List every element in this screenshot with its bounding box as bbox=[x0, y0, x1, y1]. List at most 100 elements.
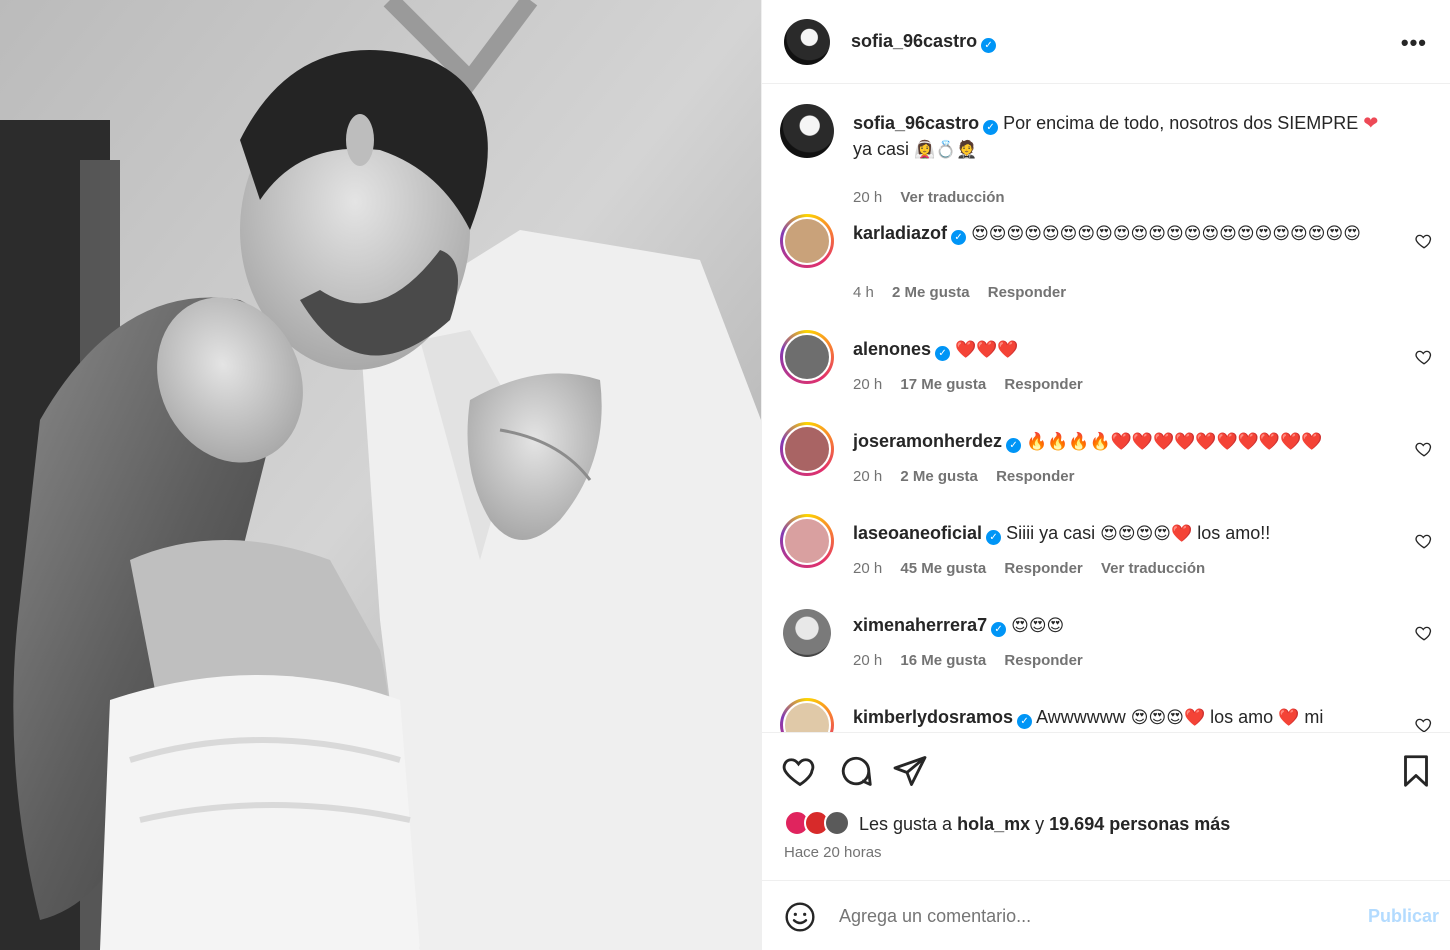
save-bookmark-icon[interactable] bbox=[1398, 753, 1434, 789]
comment-username[interactable]: alenones bbox=[853, 339, 931, 359]
caption-text: sofia_96castro ✓ Por encima de todo, noso… bbox=[853, 110, 1398, 163]
post-header: sofia_96castro ✓ ••• bbox=[762, 0, 1450, 84]
comment-item: karladiazof ✓ 😍😍😍😍😍😍😍😍😍😍😍😍😍😍😍😍😍😍😍😍😍😍 4 h … bbox=[762, 214, 1450, 314]
caption-line2: ya casi bbox=[853, 139, 910, 159]
post-photo bbox=[0, 0, 761, 950]
comment-likes[interactable]: 45 Me gusta bbox=[900, 560, 986, 577]
comment-reply-link[interactable]: Responder bbox=[1004, 652, 1082, 669]
verified-badge-icon: ✓ bbox=[935, 346, 951, 361]
comment-meta: 4 h 2 Me gusta Responder bbox=[853, 284, 1080, 301]
likes-connector: y bbox=[1035, 814, 1045, 834]
comment-input[interactable] bbox=[839, 906, 1309, 927]
comment-username[interactable]: laseoaneoficial bbox=[853, 523, 982, 543]
comment-meta: 20 h 45 Me gusta Responder Ver traducció… bbox=[853, 560, 1219, 577]
comment-username[interactable]: joseramonherdez bbox=[853, 431, 1002, 451]
like-heart-icon[interactable] bbox=[1415, 624, 1433, 642]
caption-avatar[interactable] bbox=[780, 104, 834, 158]
comment-time: 4 h bbox=[853, 284, 874, 301]
likes-count[interactable]: 19.694 personas más bbox=[1049, 814, 1230, 834]
post-time-ago: Hace 20 horas bbox=[784, 844, 882, 861]
comment-body-3: mi bbox=[1304, 707, 1324, 727]
comment-reply-link[interactable]: Responder bbox=[1004, 376, 1082, 393]
comment-emoji: 🔥🔥🔥🔥❤️❤️❤️❤️❤️❤️❤️❤️❤️❤️ bbox=[1026, 432, 1323, 451]
comment-reply-link[interactable]: Responder bbox=[1004, 560, 1082, 577]
comment-text: karladiazof ✓ 😍😍😍😍😍😍😍😍😍😍😍😍😍😍😍😍😍😍😍😍😍😍 bbox=[853, 220, 1398, 247]
comment-likes[interactable]: 2 Me gusta bbox=[892, 284, 970, 301]
comment-text: laseoaneoficial ✓ Siiii ya casi 😍😍😍😍❤️ lo… bbox=[853, 520, 1398, 547]
comment-emoji: 😍😍😍😍😍😍😍😍😍😍😍😍😍😍😍😍😍😍😍😍😍😍 bbox=[971, 224, 1361, 243]
comment-time: 20 h bbox=[853, 652, 883, 669]
post-comment-button[interactable]: Publicar bbox=[1368, 906, 1439, 927]
caption-emoji: 👰‍♀️💍🤵 bbox=[914, 140, 978, 159]
caption-meta: 20 h Ver traducción bbox=[853, 189, 1019, 206]
liker-avatar bbox=[824, 810, 850, 836]
comments-list[interactable]: sofia_96castro ✓ Por encima de todo, noso… bbox=[762, 84, 1450, 732]
comment-avatar[interactable] bbox=[780, 698, 834, 732]
comment-avatar[interactable] bbox=[780, 214, 834, 268]
comment-meta: 20 h 2 Me gusta Responder bbox=[853, 468, 1088, 485]
comment-bubble-icon[interactable] bbox=[838, 753, 874, 789]
author-avatar[interactable] bbox=[784, 19, 830, 65]
comment-avatar[interactable] bbox=[780, 330, 834, 384]
comment-emoji: ❤️❤️❤️ bbox=[955, 340, 1019, 359]
verified-badge-icon: ✓ bbox=[951, 230, 967, 245]
verified-badge-icon: ✓ bbox=[981, 38, 997, 53]
like-heart-icon[interactable] bbox=[1415, 440, 1433, 458]
like-heart-icon[interactable] bbox=[1415, 232, 1433, 250]
like-heart-icon[interactable] bbox=[1415, 716, 1433, 732]
comment-emoji: 😍😍😍 bbox=[1011, 616, 1065, 635]
comment-text: ximenaherrera7 ✓ 😍😍😍 bbox=[853, 612, 1398, 639]
comment-text: kimberlydosramos ✓ Awwwwww 😍😍😍❤️ los amo … bbox=[853, 704, 1398, 731]
caption-item: sofia_96castro ✓ Por encima de todo, noso… bbox=[762, 104, 1450, 214]
like-heart-icon[interactable] bbox=[782, 753, 818, 789]
comment-body-2: los amo bbox=[1210, 707, 1274, 727]
comment-item: ximenaherrera7 ✓ 😍😍😍 20 h 16 Me gusta Res… bbox=[762, 606, 1450, 686]
comment-username[interactable]: ximenaherrera7 bbox=[853, 615, 987, 635]
comment-body-2: los amo!! bbox=[1197, 523, 1271, 543]
comment-username[interactable]: karladiazof bbox=[853, 223, 947, 243]
comment-translate-link[interactable]: Ver traducción bbox=[1101, 560, 1205, 577]
comment-emoji: 😍😍😍❤️ bbox=[1130, 708, 1206, 727]
comment-body: Siiii ya casi bbox=[1006, 523, 1096, 543]
heart-emoji: ❤ bbox=[1363, 113, 1379, 133]
comment-meta: 20 h 16 Me gusta Responder bbox=[853, 652, 1097, 669]
comment-item: kimberlydosramos ✓ Awwwwww 😍😍😍❤️ los amo … bbox=[762, 698, 1450, 732]
comment-emoji: 😍😍😍😍❤️ bbox=[1100, 524, 1193, 543]
post-actions: Les gusta a hola_mx y 19.694 personas má… bbox=[762, 732, 1450, 880]
author-username-text[interactable]: sofia_96castro bbox=[851, 31, 977, 51]
comment-avatar[interactable] bbox=[780, 514, 834, 568]
comment-likes[interactable]: 2 Me gusta bbox=[900, 468, 978, 485]
caption-body: Por encima de todo, nosotros dos SIEMPRE bbox=[1003, 113, 1359, 133]
comment-time: 20 h bbox=[853, 560, 883, 577]
verified-badge-icon: ✓ bbox=[991, 622, 1007, 637]
likes-text: Les gusta a hola_mx y 19.694 personas má… bbox=[859, 814, 1230, 835]
comment-item: laseoaneoficial ✓ Siiii ya casi 😍😍😍😍❤️ lo… bbox=[762, 514, 1450, 594]
verified-badge-icon: ✓ bbox=[1006, 438, 1022, 453]
caption-translate-link[interactable]: Ver traducción bbox=[900, 189, 1004, 206]
caption-time: 20 h bbox=[853, 189, 883, 206]
comment-item: alenones ✓ ❤️❤️❤️ 20 h 17 Me gusta Respon… bbox=[762, 330, 1450, 410]
liker-username[interactable]: hola_mx bbox=[957, 814, 1030, 834]
like-heart-icon[interactable] bbox=[1415, 348, 1433, 366]
couple-photo-illustration bbox=[0, 0, 761, 950]
comment-reply-link[interactable]: Responder bbox=[996, 468, 1074, 485]
comment-item: joseramonherdez ✓ 🔥🔥🔥🔥❤️❤️❤️❤️❤️❤️❤️❤️❤️❤… bbox=[762, 422, 1450, 502]
comment-likes[interactable]: 16 Me gusta bbox=[900, 652, 986, 669]
author-username[interactable]: sofia_96castro ✓ bbox=[851, 31, 997, 53]
verified-badge-icon: ✓ bbox=[1017, 714, 1033, 729]
like-heart-icon[interactable] bbox=[1415, 532, 1433, 550]
comment-username[interactable]: kimberlydosramos bbox=[853, 707, 1013, 727]
caption-username[interactable]: sofia_96castro bbox=[853, 113, 979, 133]
comment-avatar[interactable] bbox=[780, 422, 834, 476]
likes-summary: Les gusta a hola_mx y 19.694 personas má… bbox=[784, 810, 1384, 840]
comment-text: alenones ✓ ❤️❤️❤️ bbox=[853, 336, 1398, 363]
comment-reply-link[interactable]: Responder bbox=[988, 284, 1066, 301]
emoji-picker-icon[interactable] bbox=[784, 901, 816, 933]
comment-emoji-2: ❤️ bbox=[1278, 708, 1300, 727]
comment-likes[interactable]: 17 Me gusta bbox=[900, 376, 986, 393]
comment-avatar[interactable] bbox=[783, 609, 831, 657]
comment-time: 20 h bbox=[853, 468, 883, 485]
share-send-icon[interactable] bbox=[892, 753, 928, 789]
more-options-icon[interactable]: ••• bbox=[1401, 30, 1427, 56]
likes-prefix: Les gusta a bbox=[859, 814, 953, 834]
